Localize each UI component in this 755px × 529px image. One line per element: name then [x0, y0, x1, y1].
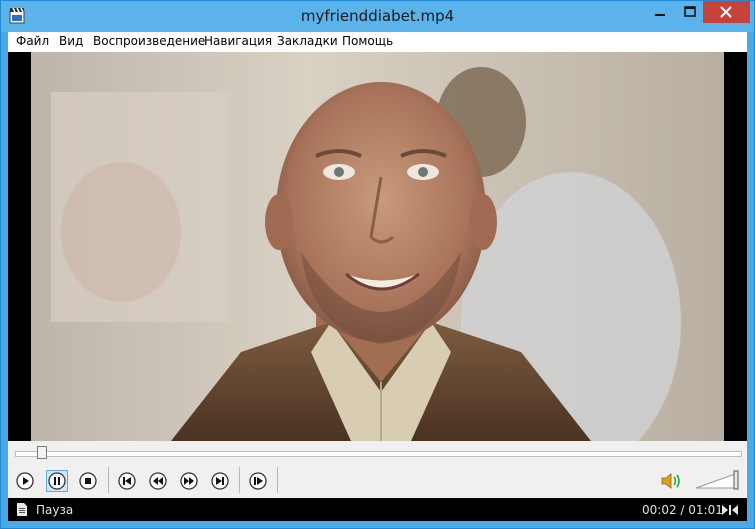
play-button[interactable]	[14, 470, 36, 492]
frame-step-button[interactable]	[247, 470, 269, 492]
separator	[239, 467, 240, 493]
mute-button[interactable]	[659, 470, 685, 492]
menu-navigation[interactable]: Навигация	[204, 34, 272, 48]
video-area[interactable]	[8, 52, 747, 441]
menu-playback[interactable]: Воспроизведение	[93, 34, 205, 48]
forward-button[interactable]	[178, 470, 200, 492]
volume-slider[interactable]	[694, 467, 742, 492]
close-icon	[720, 6, 732, 18]
video-frame[interactable]	[31, 52, 724, 441]
maximize-button[interactable]	[677, 1, 703, 23]
frame-step-icon	[249, 472, 267, 490]
separator	[277, 467, 278, 493]
menu-bookmarks[interactable]: Закладки	[277, 34, 338, 48]
rewind-icon	[149, 472, 167, 490]
stop-button[interactable]	[77, 470, 99, 492]
seek-bar[interactable]	[15, 451, 742, 457]
close-button[interactable]	[703, 1, 750, 23]
minimize-button[interactable]	[643, 1, 677, 23]
minimize-icon	[655, 14, 665, 16]
pause-button[interactable]	[46, 470, 68, 492]
skip-next-icon	[211, 472, 229, 490]
speaker-volume-icon	[661, 473, 680, 489]
separator	[108, 467, 109, 493]
menu-file[interactable]: Файл	[16, 34, 49, 48]
menu-view[interactable]: Вид	[59, 34, 83, 48]
next-button[interactable]	[209, 470, 231, 492]
maximize-icon	[684, 6, 696, 17]
time-display[interactable]: 00:02 / 01:01	[642, 503, 723, 517]
skip-previous-icon	[118, 472, 136, 490]
stop-icon	[79, 472, 97, 490]
play-icon	[16, 472, 34, 490]
volume-slider-track	[695, 470, 739, 490]
control-bar	[8, 441, 747, 498]
title-bar[interactable]: myfrienddiabet.mp4	[1, 1, 754, 32]
seek-thumb[interactable]	[37, 446, 47, 459]
video-frame-image	[31, 52, 724, 441]
status-bar: Пауза 00:02 / 01:01	[8, 498, 747, 521]
window-title: myfrienddiabet.mp4	[300, 7, 455, 25]
stream-switch-icon[interactable]	[720, 503, 740, 517]
menu-help[interactable]: Помощь	[342, 34, 393, 48]
rewind-button[interactable]	[147, 470, 169, 492]
pause-icon	[48, 472, 66, 490]
player-window: myfrienddiabet.mp4 Файл Вид Воспроизведе…	[0, 0, 755, 529]
previous-button[interactable]	[116, 470, 138, 492]
document-icon	[17, 503, 27, 516]
fast-forward-icon	[180, 472, 198, 490]
menu-bar: Файл Вид Воспроизведение Навигация Закла…	[8, 32, 747, 52]
playback-state: Пауза	[36, 503, 74, 517]
